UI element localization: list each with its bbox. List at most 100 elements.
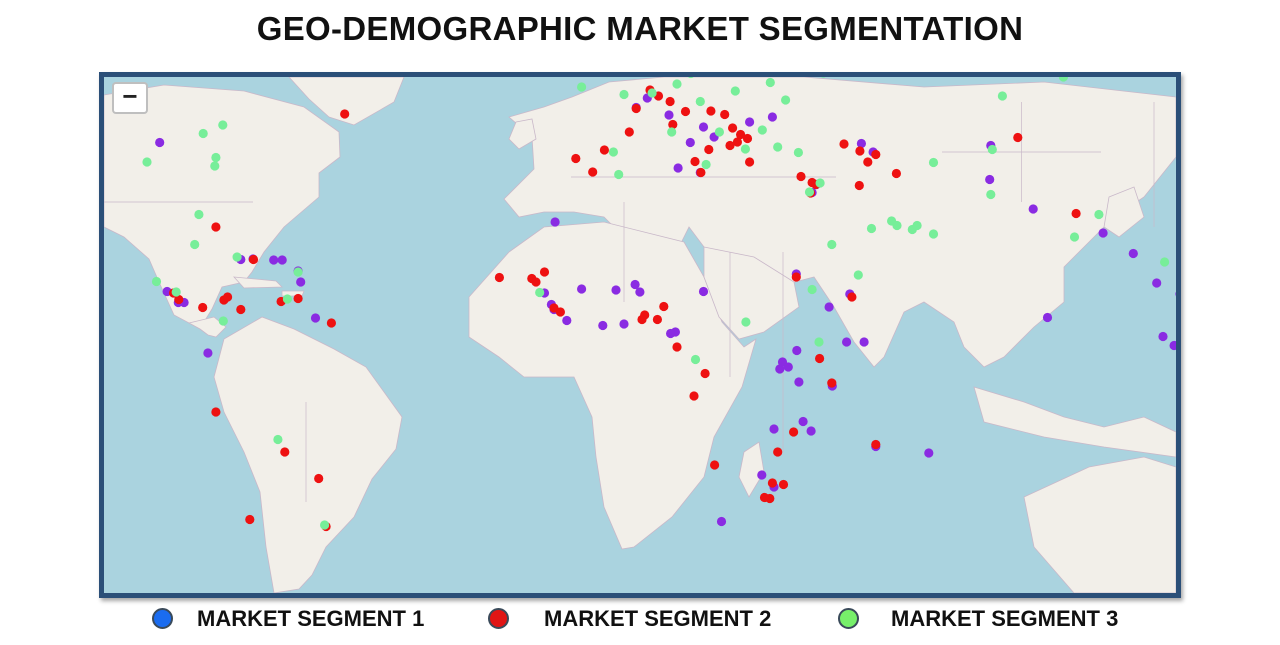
market-marker-segment-1[interactable]	[716, 516, 727, 527]
market-marker-segment-2[interactable]	[690, 156, 700, 167]
market-marker-segment-2[interactable]	[588, 167, 598, 177]
market-marker-segment-3[interactable]	[142, 157, 152, 167]
market-marker-segment-1[interactable]	[269, 255, 279, 265]
market-marker-segment-2[interactable]	[773, 447, 783, 457]
market-marker-segment-2[interactable]	[211, 222, 221, 232]
market-marker-segment-3[interactable]	[619, 89, 629, 100]
market-marker-segment-2[interactable]	[827, 378, 837, 388]
market-marker-segment-3[interactable]	[714, 127, 725, 137]
market-marker-segment-1[interactable]	[769, 424, 779, 434]
market-marker-segment-2[interactable]	[891, 168, 902, 179]
market-marker-segment-3[interactable]	[608, 147, 618, 157]
market-marker-segment-1[interactable]	[698, 122, 709, 132]
market-marker-segment-2[interactable]	[624, 127, 634, 137]
market-marker-segment-1[interactable]	[1175, 289, 1176, 298]
market-marker-segment-1[interactable]	[598, 320, 608, 331]
market-marker-segment-2[interactable]	[796, 171, 806, 182]
market-marker-segment-2[interactable]	[1013, 132, 1023, 143]
market-marker-segment-3[interactable]	[819, 77, 828, 78]
market-marker-segment-1[interactable]	[767, 112, 778, 122]
market-marker-segment-2[interactable]	[847, 292, 857, 302]
market-marker-segment-2[interactable]	[854, 180, 864, 191]
market-marker-segment-3[interactable]	[647, 88, 657, 98]
market-marker-segment-3[interactable]	[740, 144, 751, 154]
market-marker-segment-1[interactable]	[562, 315, 572, 326]
market-marker-segment-3[interactable]	[1094, 209, 1104, 220]
market-marker-segment-2[interactable]	[314, 473, 324, 484]
market-marker-segment-3[interactable]	[741, 317, 751, 327]
market-marker-segment-1[interactable]	[824, 302, 834, 312]
market-marker-segment-3[interactable]	[695, 96, 705, 107]
market-marker-segment-2[interactable]	[720, 109, 730, 120]
market-marker-segment-1[interactable]	[842, 337, 852, 347]
market-marker-segment-3[interactable]	[273, 434, 283, 445]
market-marker-segment-3[interactable]	[232, 252, 242, 262]
market-marker-segment-1[interactable]	[619, 319, 629, 329]
market-marker-segment-2[interactable]	[706, 106, 716, 116]
market-marker-segment-2[interactable]	[248, 254, 259, 265]
market-marker-segment-3[interactable]	[614, 169, 624, 180]
market-marker-segment-2[interactable]	[198, 302, 208, 313]
market-marker-segment-3[interactable]	[827, 239, 837, 250]
market-marker-segment-1[interactable]	[1028, 204, 1038, 214]
market-marker-segment-2[interactable]	[728, 123, 738, 133]
market-marker-segment-3[interactable]	[1058, 77, 1068, 82]
market-marker-segment-3[interactable]	[690, 354, 701, 365]
market-marker-segment-3[interactable]	[282, 294, 292, 304]
market-marker-segment-1[interactable]	[924, 448, 934, 458]
market-marker-segment-1[interactable]	[666, 328, 676, 339]
market-marker-segment-2[interactable]	[704, 144, 714, 155]
market-marker-segment-3[interactable]	[151, 276, 162, 287]
market-marker-segment-3[interactable]	[577, 82, 587, 92]
market-marker-segment-2[interactable]	[531, 277, 541, 287]
market-marker-segment-1[interactable]	[611, 285, 621, 295]
market-marker-segment-1[interactable]	[277, 255, 287, 265]
market-marker-segment-3[interactable]	[815, 178, 825, 188]
market-marker-segment-3[interactable]	[987, 144, 997, 155]
market-marker-segment-3[interactable]	[814, 337, 824, 347]
market-marker-segment-1[interactable]	[783, 362, 793, 372]
market-marker-segment-3[interactable]	[1069, 232, 1080, 242]
market-marker-segment-2[interactable]	[672, 342, 682, 352]
market-marker-segment-3[interactable]	[211, 152, 221, 163]
market-marker-segment-1[interactable]	[859, 337, 869, 347]
market-marker-segment-1[interactable]	[1042, 312, 1053, 323]
market-marker-segment-3[interactable]	[866, 223, 877, 234]
market-marker-segment-2[interactable]	[759, 492, 770, 503]
world-map[interactable]	[104, 77, 1176, 593]
market-marker-segment-2[interactable]	[710, 460, 720, 470]
market-marker-segment-1[interactable]	[1158, 331, 1168, 342]
market-marker-segment-2[interactable]	[736, 129, 746, 140]
market-marker-segment-1[interactable]	[985, 174, 995, 185]
market-marker-segment-1[interactable]	[794, 377, 804, 387]
market-marker-segment-3[interactable]	[757, 125, 767, 135]
market-marker-segment-3[interactable]	[928, 229, 939, 239]
market-marker-segment-2[interactable]	[280, 447, 290, 457]
market-marker-segment-3[interactable]	[853, 270, 863, 280]
market-marker-segment-2[interactable]	[871, 439, 881, 450]
market-marker-segment-2[interactable]	[599, 145, 609, 155]
market-marker-segment-2[interactable]	[855, 146, 865, 156]
market-marker-segment-1[interactable]	[798, 416, 808, 427]
market-marker-segment-3[interactable]	[171, 287, 181, 297]
market-marker-segment-3[interactable]	[807, 284, 817, 295]
market-marker-segment-2[interactable]	[863, 157, 873, 167]
market-marker-segment-1[interactable]	[698, 286, 709, 297]
market-marker-segment-3[interactable]	[194, 209, 204, 220]
market-marker-segment-3[interactable]	[765, 77, 775, 88]
market-marker-segment-2[interactable]	[571, 153, 581, 164]
market-marker-segment-3[interactable]	[190, 239, 200, 250]
market-marker-segment-2[interactable]	[659, 301, 669, 312]
market-marker-segment-3[interactable]	[701, 159, 711, 170]
market-marker-segment-3[interactable]	[781, 95, 791, 105]
market-marker-segment-2[interactable]	[211, 407, 221, 417]
market-marker-segment-3[interactable]	[997, 91, 1008, 101]
market-marker-segment-1[interactable]	[296, 277, 306, 287]
market-marker-segment-2[interactable]	[680, 106, 691, 117]
market-marker-segment-3[interactable]	[912, 220, 922, 231]
market-marker-segment-1[interactable]	[310, 313, 321, 323]
market-marker-segment-3[interactable]	[730, 86, 740, 96]
market-marker-segment-3[interactable]	[210, 161, 220, 171]
market-marker-segment-2[interactable]	[778, 479, 789, 490]
market-marker-segment-2[interactable]	[652, 314, 663, 325]
